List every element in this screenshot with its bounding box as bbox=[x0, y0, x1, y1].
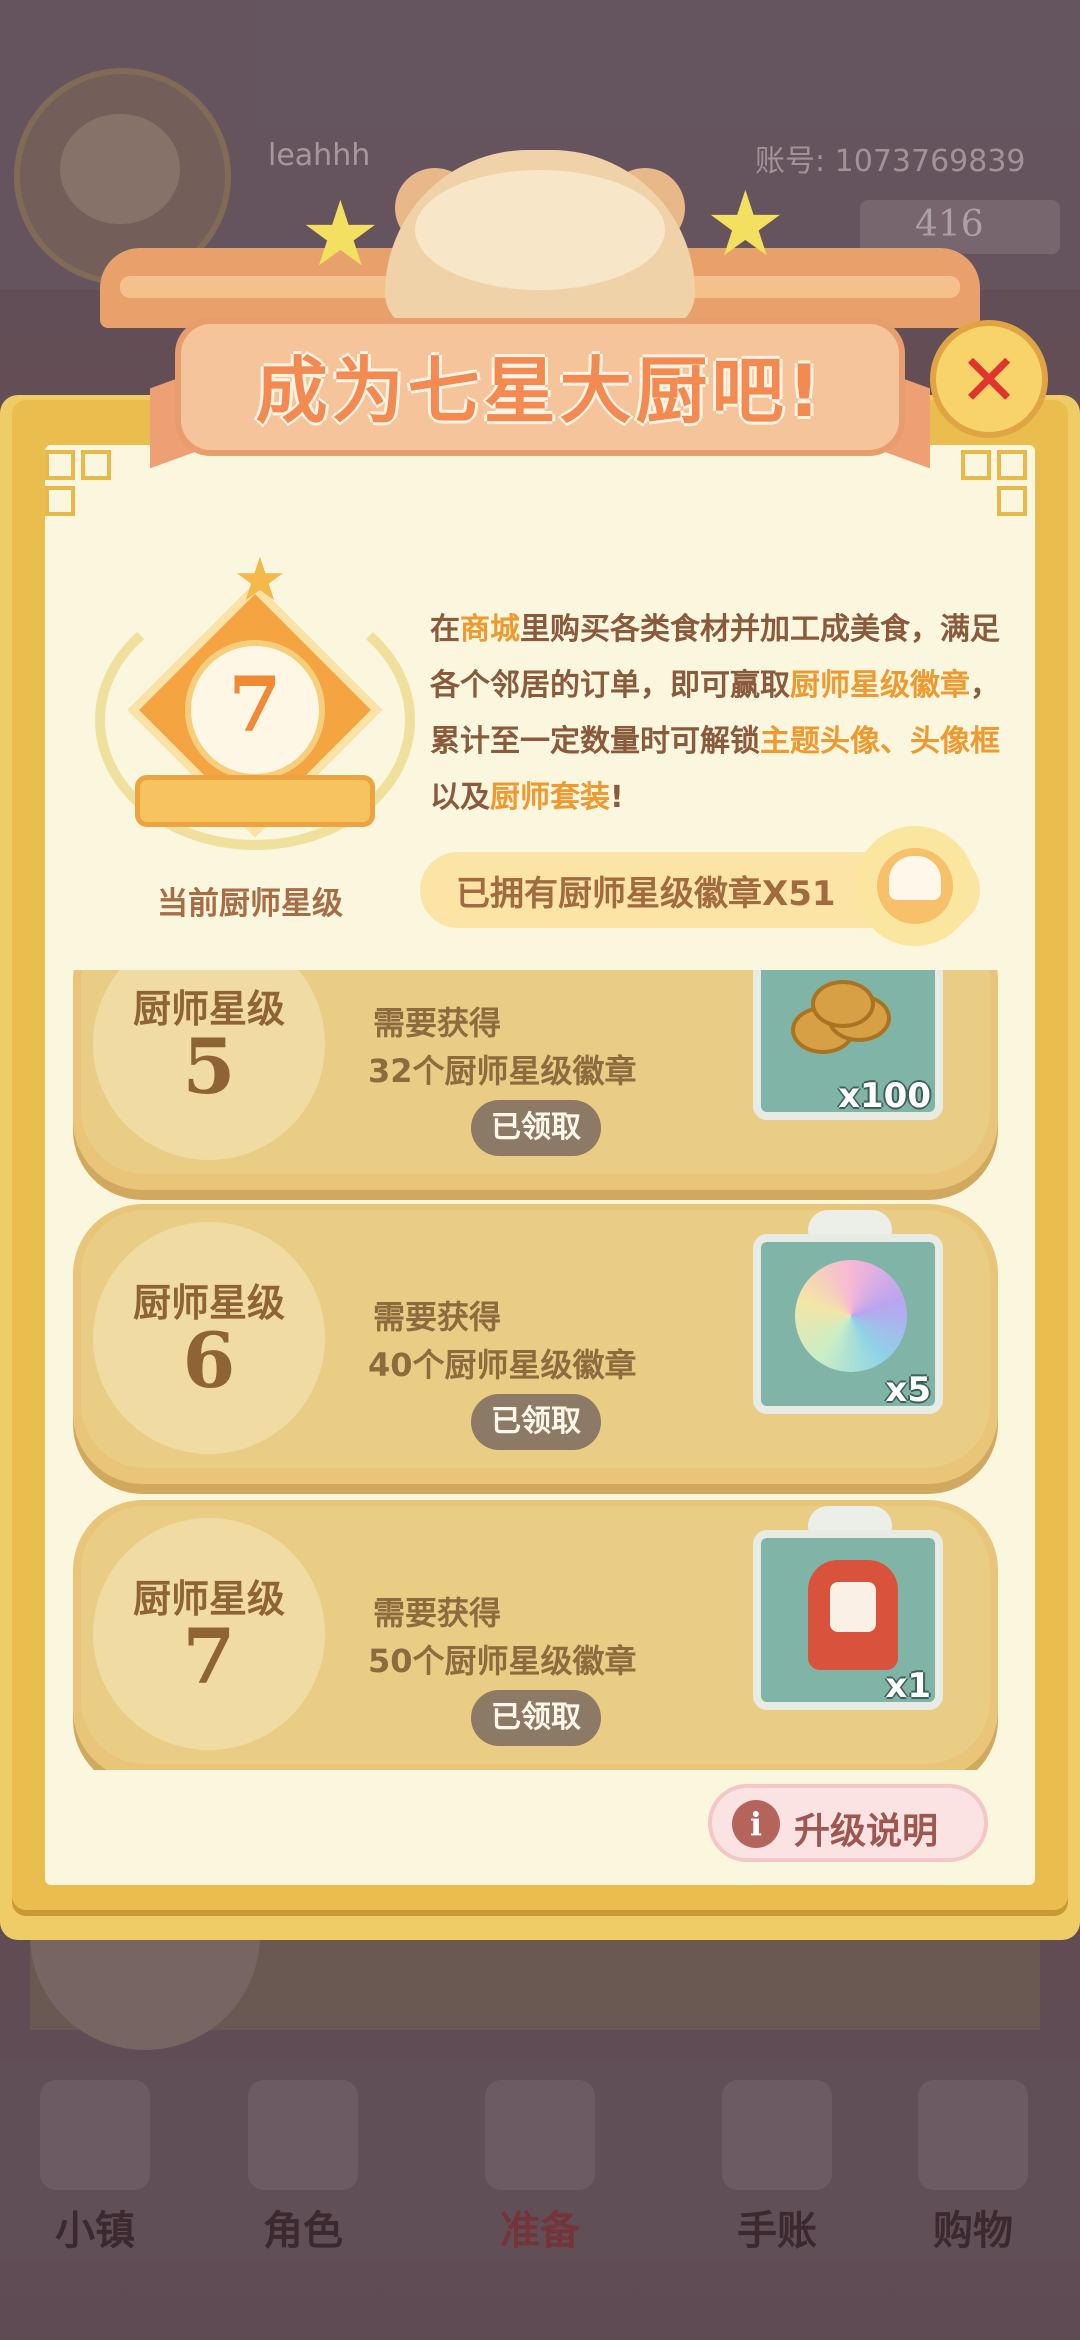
level-number: 6 bbox=[182, 1316, 236, 1405]
character-icon bbox=[248, 2080, 358, 2190]
requirement-count: 40个厨师星级徽章 bbox=[368, 1346, 637, 1384]
reward-quantity: x100 bbox=[838, 1076, 931, 1116]
close-icon: ✕ bbox=[958, 338, 1020, 422]
badge-ribbon bbox=[135, 775, 375, 827]
desc-highlight-chef-set: 厨师套装 bbox=[490, 780, 610, 815]
desc-part: 以及 bbox=[430, 780, 490, 815]
nav-label: 角色 bbox=[263, 2208, 343, 2254]
corner-ornament bbox=[45, 450, 119, 524]
username: leahhh bbox=[268, 138, 371, 173]
info-icon: i bbox=[732, 1800, 780, 1848]
claimed-button[interactable]: 已领取 bbox=[471, 1690, 601, 1746]
requirement-label: 需要获得 bbox=[373, 1298, 502, 1336]
level-number: 5 bbox=[182, 1022, 236, 1111]
chef-level-badge: 7 ★ bbox=[95, 550, 415, 870]
nav-shopping[interactable]: 购物 bbox=[898, 2080, 1048, 2256]
rainbow-flower-icon bbox=[795, 1260, 907, 1372]
upgrade-info-label: 升级说明 bbox=[794, 1811, 939, 1852]
star-icon: ★ bbox=[300, 182, 381, 287]
modal-title: 成为七星大厨吧! bbox=[255, 349, 825, 433]
nav-label: 手账 bbox=[737, 2208, 817, 2254]
reward-card: 厨师星级 7 需要获得 50个厨师星级徽章 已领取 x1 bbox=[73, 1500, 998, 1770]
reward-quantity: x1 bbox=[885, 1666, 931, 1706]
nav-label: 准备 bbox=[500, 2208, 580, 2254]
journal-icon bbox=[722, 2080, 832, 2190]
level-number: 7 bbox=[182, 1612, 236, 1701]
map-icon bbox=[40, 2080, 150, 2190]
description-text: 在商城里购买各类食材并加工成美食，满足各个邻居的订单，即可赢取厨师星级徽章，累计… bbox=[430, 602, 1000, 826]
desc-part: ! bbox=[610, 780, 624, 815]
reward-card: 厨师星级 6 需要获得 40个厨师星级徽章 已领取 x5 bbox=[73, 1204, 998, 1484]
badge-level: 7 bbox=[228, 660, 282, 749]
nav-character[interactable]: 角色 bbox=[228, 2080, 378, 2256]
account-number: 账号: 1073769839 bbox=[755, 144, 1026, 179]
claimed-button[interactable]: 已领取 bbox=[471, 1100, 601, 1156]
chef-outfit-icon bbox=[808, 1560, 898, 1670]
nav-town[interactable]: 小镇 bbox=[20, 2080, 170, 2256]
desc-highlight-avatar: 主题头像、头像框 bbox=[760, 724, 1000, 759]
nav-label: 小镇 bbox=[55, 2208, 135, 2254]
star-icon: ★ bbox=[233, 545, 287, 615]
coin-count: 416 bbox=[915, 204, 984, 245]
desc-highlight-badge: 厨师星级徽章 bbox=[790, 668, 970, 703]
nav-prepare[interactable]: 准备 bbox=[465, 2080, 615, 2256]
reward-list[interactable]: 厨师星级 5 需要获得 32个厨师星级徽章 已领取 x100 厨师星级 6 需要… bbox=[45, 970, 1035, 1770]
owned-badges-count: 已拥有厨师星级徽章X51 bbox=[456, 874, 836, 914]
upgrade-info-button[interactable]: i 升级说明 bbox=[708, 1784, 988, 1862]
close-button[interactable]: ✕ bbox=[930, 320, 1048, 438]
requirement-label: 需要获得 bbox=[373, 1004, 502, 1042]
star-icon: ★ bbox=[705, 172, 786, 277]
gold-coins-icon bbox=[791, 980, 901, 1054]
kitchen-icon bbox=[485, 2080, 595, 2190]
badge-medal-icon bbox=[855, 826, 975, 946]
requirement-count: 32个厨师星级徽章 bbox=[368, 1052, 637, 1090]
corner-ornament bbox=[961, 450, 1035, 524]
shopping-bag-icon bbox=[918, 2080, 1028, 2190]
requirement-label: 需要获得 bbox=[373, 1594, 502, 1632]
badge-caption: 当前厨师星级 bbox=[157, 886, 343, 922]
claimed-button[interactable]: 已领取 bbox=[471, 1394, 601, 1450]
desc-highlight-shop: 商城 bbox=[460, 612, 520, 647]
reward-quantity: x5 bbox=[885, 1370, 931, 1410]
nav-label: 购物 bbox=[933, 2208, 1013, 2254]
desc-part: 在 bbox=[430, 612, 460, 647]
requirement-count: 50个厨师星级徽章 bbox=[368, 1642, 637, 1680]
reward-card: 厨师星级 5 需要获得 32个厨师星级徽章 已领取 x100 bbox=[73, 970, 998, 1190]
nav-journal[interactable]: 手账 bbox=[702, 2080, 852, 2256]
